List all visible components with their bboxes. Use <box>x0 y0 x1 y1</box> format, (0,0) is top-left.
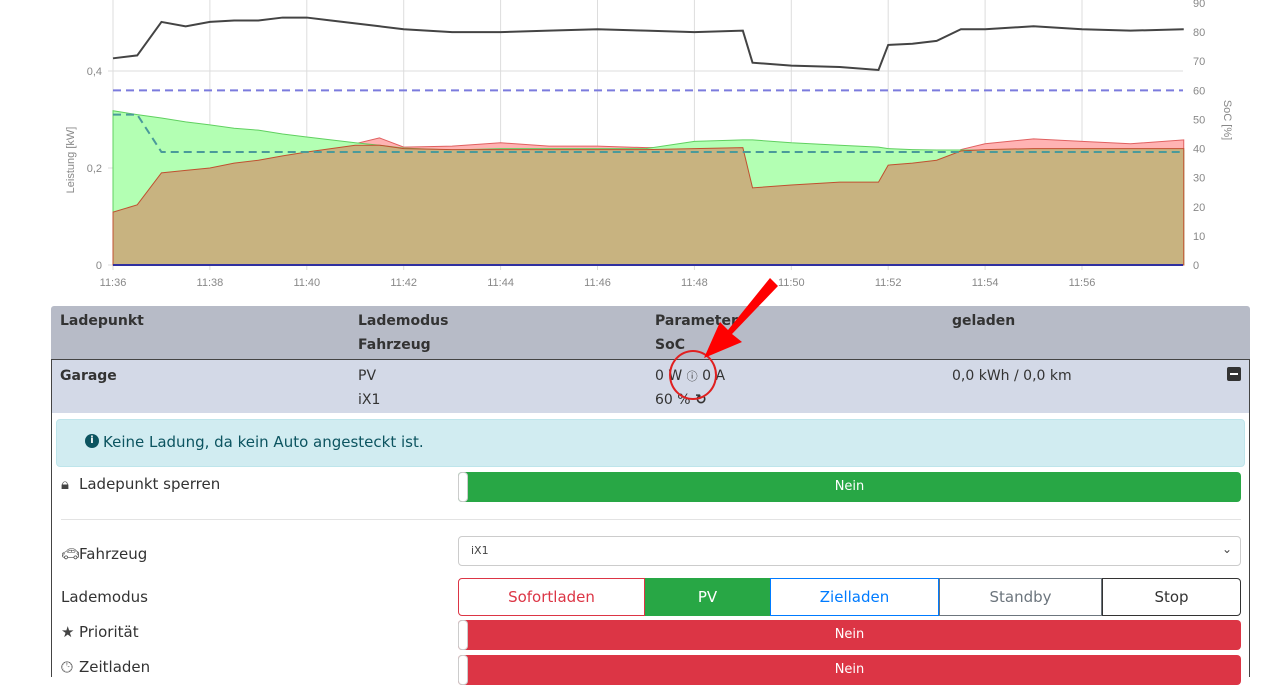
info-alert: i Keine Ladung, da kein Auto angesteckt i… <box>56 419 1245 467</box>
priority-label-text: Priorität <box>79 623 139 641</box>
y-right-tick-label: 10 <box>1193 231 1205 243</box>
y-right-tick-label: 30 <box>1193 173 1205 185</box>
series-brown-area <box>112 144 1185 266</box>
chevron-down-icon: ⌄ <box>1221 542 1232 556</box>
timed-value: Nein <box>834 662 865 677</box>
toggle-knob <box>458 620 468 650</box>
header-geladen: geladen <box>952 313 1016 329</box>
y-right-axis-label: SoC [%] <box>1221 100 1233 140</box>
lock-label-text: Ladepunkt sperren <box>79 475 221 493</box>
clock-icon: 🕒︎ <box>61 658 73 676</box>
mode-sofortladen-button[interactable]: Sofortladen <box>458 578 645 616</box>
mode-standby-button[interactable]: Standby <box>939 578 1102 616</box>
timed-toggle[interactable]: Nein <box>458 655 1241 685</box>
y-left-tick-label: 0,2 <box>87 163 102 175</box>
mode-pv-button[interactable]: PV <box>645 578 770 616</box>
priority-label: ★ Priorität <box>61 623 139 641</box>
charged-value: 0,0 kWh / 0,0 km <box>952 368 1072 384</box>
table-row-garage[interactable]: Garage PV iX1 0 W ⓘ 0 A 60 % ↻ 0,0 kWh /… <box>51 350 1250 413</box>
y-right-tick-label: 90 <box>1193 0 1205 10</box>
y-right-tick-label: 40 <box>1193 144 1205 156</box>
vehicle-label-text: Fahrzeug <box>79 545 148 563</box>
header-fahrzeug: Fahrzeug <box>358 337 431 353</box>
mode-stop-button[interactable]: Stop <box>1102 578 1241 616</box>
info-icon: i <box>85 434 99 448</box>
y-left-tick-label: 0 <box>96 260 102 272</box>
series-soc-line <box>112 16 1184 72</box>
toggle-knob <box>458 655 468 685</box>
toggle-knob <box>458 472 468 502</box>
priority-value: Nein <box>834 627 865 642</box>
x-tick-label: 11:38 <box>197 277 224 289</box>
lock-label: 🔒︎ Ladepunkt sperren <box>61 475 220 493</box>
x-tick-label: 11:40 <box>293 277 320 289</box>
y-right-tick-label: 50 <box>1193 114 1205 126</box>
y-left-tick-label: 0,4 <box>87 66 102 78</box>
header-ladepunkt: Ladepunkt <box>60 313 144 329</box>
chargepoint-name: Garage <box>60 368 117 384</box>
chargepoint-panel: i Keine Ladung, da kein Auto angesteckt i… <box>51 413 1250 685</box>
y-right-tick-label: 0 <box>1193 260 1199 272</box>
x-tick-label: 11:42 <box>390 277 417 289</box>
y-right-tick-label: 20 <box>1193 202 1205 214</box>
vehicle-select[interactable]: iX1 ⌄ <box>458 536 1241 566</box>
header-lademodus: Lademodus <box>358 313 449 329</box>
annotation-arrow-icon <box>704 278 778 358</box>
y-right-tick-label: 60 <box>1193 85 1205 97</box>
timed-label-text: Zeitladen <box>79 658 151 676</box>
mode-button-group: Sofortladen PV Zielladen Standby Stop <box>458 578 1241 616</box>
charge-mode: PV <box>358 368 377 384</box>
table-header: Ladepunkt Lademodus Fahrzeug Parameter S… <box>51 306 1250 359</box>
x-tick-label: 11:46 <box>584 277 611 289</box>
star-icon: ★ <box>61 623 75 641</box>
vehicle-label: 🚗︎Fahrzeug <box>61 545 147 563</box>
x-tick-label: 11:44 <box>487 277 514 289</box>
x-tick-label: 11:54 <box>972 277 999 289</box>
vehicle-select-value: iX1 <box>471 544 489 557</box>
x-tick-label: 11:36 <box>100 277 127 289</box>
x-tick-label: 11:52 <box>875 277 902 289</box>
x-tick-label: 11:56 <box>1069 277 1096 289</box>
lock-toggle[interactable]: Nein <box>458 472 1241 502</box>
y-right-tick-label: 80 <box>1193 27 1205 39</box>
timed-label: 🕒︎ Zeitladen <box>61 658 150 676</box>
mode-zielladen-button[interactable]: Zielladen <box>770 578 939 616</box>
alert-text: Keine Ladung, da kein Auto angesteckt is… <box>103 433 424 451</box>
car-icon: 🚗︎ <box>61 545 81 563</box>
y-right-tick-label: 70 <box>1193 56 1205 68</box>
vehicle-name: iX1 <box>358 392 381 408</box>
collapse-icon[interactable] <box>1227 367 1241 381</box>
mode-label: Lademodus <box>61 588 148 606</box>
lock-icon: 🔒︎ <box>61 475 69 493</box>
priority-toggle[interactable]: Nein <box>458 620 1241 650</box>
power-chart: 11:36 11:38 11:40 11:42 11:44 11:46 11:48 11:50… <box>65 0 1233 289</box>
y-left-axis-label: Leistung [kW] <box>65 127 77 194</box>
divider <box>61 519 1241 520</box>
lock-value: Nein <box>834 479 865 494</box>
